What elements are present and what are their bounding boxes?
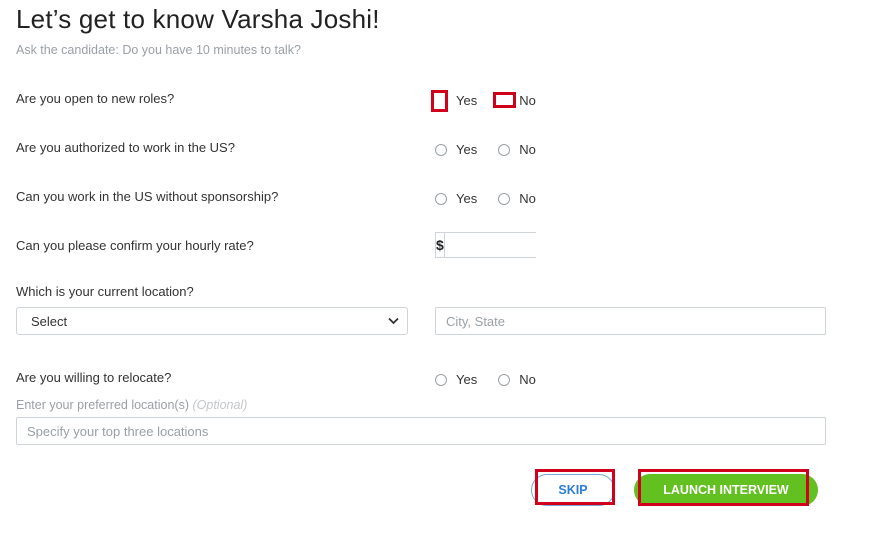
question-hourly-rate: Can you please confirm your hourly rate? [16, 238, 254, 253]
question-location: Which is your current location? [16, 284, 194, 299]
skip-button-highlight [535, 469, 615, 505]
radio-label-yes: Yes [456, 372, 478, 387]
page-subtitle: Ask the candidate: Do you have 10 minute… [16, 43, 301, 57]
dollar-prefix: $ [436, 233, 445, 257]
radio-sponsorship-no[interactable] [498, 192, 511, 205]
city-state-input[interactable] [435, 307, 826, 335]
radio-label-no: No [519, 191, 536, 206]
question-open-roles: Are you open to new roles? [16, 91, 175, 106]
radio-sponsorship-yes[interactable] [435, 192, 447, 205]
radio-label-no: No [519, 142, 536, 157]
radio-label-yes: Yes [456, 93, 478, 108]
radio-authorized-yes[interactable] [435, 143, 447, 156]
launch-button-highlight [638, 469, 809, 506]
page-title: Let’s get to know Varsha Joshi! [16, 4, 380, 34]
highlight-yes-marker[interactable] [431, 90, 448, 112]
preferred-location-label: Enter your preferred location(s) (Option… [16, 398, 247, 412]
question-sponsorship: Can you work in the US without sponsorsh… [16, 189, 279, 204]
radio-label-no: No [519, 372, 536, 387]
preferred-location-label-text: Enter your preferred location(s) [16, 398, 189, 412]
radio-relocate-no[interactable] [498, 373, 511, 386]
radio-authorized-no[interactable] [498, 143, 511, 156]
optional-tag: (Optional) [192, 398, 248, 412]
radio-group-relocate: Yes No [435, 372, 557, 387]
location-select[interactable]: Select [16, 307, 408, 335]
preferred-locations-input[interactable] [16, 417, 826, 445]
radio-label-yes: Yes [456, 142, 478, 157]
radio-label-yes: Yes [456, 191, 478, 206]
question-authorized: Are you authorized to work in the US? [16, 140, 235, 155]
hourly-rate-input[interactable] [444, 233, 625, 257]
radio-group-sponsorship: Yes No [435, 191, 557, 206]
location-select-value: Select [31, 313, 68, 329]
radio-label-no: No [519, 93, 536, 108]
radio-group-authorized: Yes No [435, 142, 557, 157]
hourly-rate-field: $ [435, 232, 625, 258]
radio-relocate-yes[interactable] [435, 373, 447, 386]
chevron-down-icon [388, 314, 399, 328]
highlight-no-marker[interactable] [493, 92, 516, 108]
question-relocate: Are you willing to relocate? [16, 370, 172, 385]
